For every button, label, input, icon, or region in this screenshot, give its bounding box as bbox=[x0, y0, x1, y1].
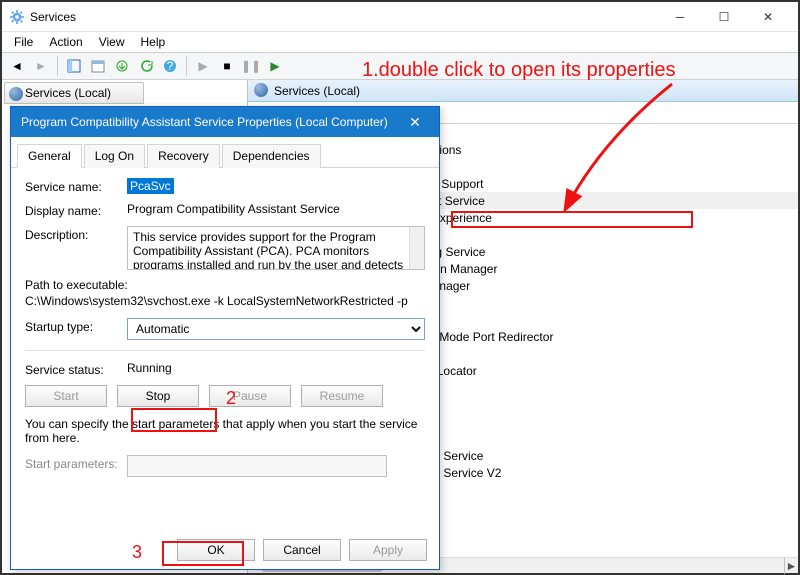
menu-view[interactable]: View bbox=[91, 33, 133, 51]
value-service-status: Running bbox=[127, 361, 425, 375]
maximize-button[interactable]: ☐ bbox=[702, 3, 746, 31]
highlight-service-row bbox=[451, 211, 693, 228]
label-display-name: Display name: bbox=[25, 202, 127, 218]
svg-text:?: ? bbox=[167, 59, 174, 73]
label-path: Path to executable: bbox=[25, 278, 425, 292]
stop-button[interactable]: Stop bbox=[117, 385, 199, 407]
annotation-3: 3 bbox=[132, 542, 142, 563]
export-button[interactable] bbox=[111, 55, 133, 77]
refresh-button[interactable] bbox=[135, 55, 157, 77]
dialog-tabs: General Log On Recovery Dependencies bbox=[11, 137, 439, 168]
list-header-title: Services (Local) bbox=[248, 80, 798, 102]
highlight-stop-button bbox=[131, 408, 217, 432]
label-startup-type: Startup type: bbox=[25, 318, 127, 334]
services-icon bbox=[10, 10, 24, 24]
dialog-title: Program Compatibility Assistant Service … bbox=[21, 115, 401, 129]
label-start-params: Start parameters: bbox=[25, 455, 127, 471]
dialog-close-button[interactable]: ✕ bbox=[401, 108, 429, 136]
start-params-hint: You can specify the start parameters tha… bbox=[25, 417, 425, 445]
tab-logon[interactable]: Log On bbox=[84, 144, 145, 168]
menu-file[interactable]: File bbox=[6, 33, 41, 51]
pause-button[interactable]: ❚❚ bbox=[240, 55, 262, 77]
annotation-1: 1.double click to open its properties bbox=[362, 59, 676, 82]
apply-button: Apply bbox=[349, 539, 427, 561]
value-display-name: Program Compatibility Assistant Service bbox=[127, 202, 425, 216]
window-title: Services bbox=[30, 10, 658, 24]
highlight-ok-button bbox=[162, 541, 244, 566]
menubar: File Action View Help bbox=[2, 32, 798, 52]
menu-action[interactable]: Action bbox=[41, 33, 90, 51]
menu-help[interactable]: Help bbox=[133, 33, 174, 51]
service-properties-dialog: Program Compatibility Assistant Service … bbox=[10, 106, 440, 570]
properties-button[interactable] bbox=[87, 55, 109, 77]
description-scrollbar[interactable] bbox=[409, 227, 424, 269]
value-service-name: PcaSvc bbox=[127, 178, 174, 194]
scroll-right-icon[interactable]: ► bbox=[784, 558, 798, 574]
minimize-button[interactable]: ─ bbox=[658, 3, 702, 31]
nav-forward-button[interactable]: ► bbox=[30, 55, 52, 77]
startup-type-select[interactable]: Automatic bbox=[127, 318, 425, 340]
tab-recovery[interactable]: Recovery bbox=[147, 144, 220, 168]
stop-button[interactable]: ■ bbox=[216, 55, 238, 77]
window-titlebar: Services ─ ☐ ✕ bbox=[2, 2, 798, 32]
help-button[interactable]: ? bbox=[159, 55, 181, 77]
start-params-input bbox=[127, 455, 387, 477]
value-path: C:\Windows\system32\svchost.exe -k Local… bbox=[25, 294, 425, 308]
tree-node-services-local[interactable]: Services (Local) bbox=[4, 82, 144, 104]
show-hide-tree-button[interactable] bbox=[63, 55, 85, 77]
nav-back-button[interactable]: ◄ bbox=[6, 55, 28, 77]
tab-general[interactable]: General bbox=[17, 144, 82, 168]
label-service-status: Service status: bbox=[25, 361, 127, 377]
tab-dependencies[interactable]: Dependencies bbox=[222, 144, 321, 168]
play-button[interactable]: ▶ bbox=[192, 55, 214, 77]
cancel-button[interactable]: Cancel bbox=[263, 539, 341, 561]
restart-button[interactable]: ▶ bbox=[264, 55, 286, 77]
start-button: Start bbox=[25, 385, 107, 407]
label-service-name: Service name: bbox=[25, 178, 127, 194]
close-button[interactable]: ✕ bbox=[746, 3, 790, 31]
resume-button: Resume bbox=[301, 385, 383, 407]
label-description: Description: bbox=[25, 226, 127, 242]
pause-button: Pause bbox=[209, 385, 291, 407]
description-box[interactable]: This service provides support for the Pr… bbox=[127, 226, 425, 270]
dialog-titlebar[interactable]: Program Compatibility Assistant Service … bbox=[11, 107, 439, 137]
annotation-2: 2 bbox=[226, 388, 236, 409]
